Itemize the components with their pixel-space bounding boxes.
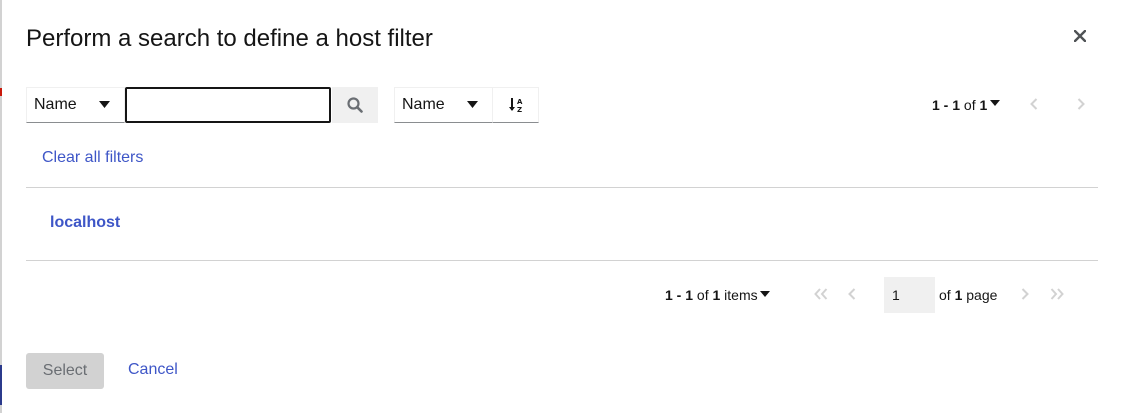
next-page-button[interactable] — [1017, 286, 1033, 302]
caret-down-icon[interactable] — [760, 291, 770, 297]
sort-direction-button[interactable]: A Z — [492, 87, 539, 123]
result-item-link[interactable]: localhost — [50, 214, 120, 232]
caret-down-icon[interactable] — [990, 100, 1000, 106]
bottom-pagination-items: items — [724, 287, 758, 303]
results-top-divider — [26, 187, 1098, 188]
sort-attribute-label: Name — [402, 96, 445, 113]
page-count-text: of 1 page — [939, 285, 997, 305]
chevron-right-icon — [1077, 98, 1085, 110]
top-pagination-toggle[interactable]: 1 - 1 of 1 — [932, 95, 987, 115]
search-button[interactable] — [332, 87, 378, 123]
double-chevron-right-icon — [1050, 288, 1064, 300]
modal-title: Perform a search to define a host filter — [26, 25, 433, 52]
top-pagination-range: 1 - 1 — [932, 97, 961, 113]
top-pagination-total: 1 — [979, 97, 988, 113]
bottom-pagination-total: 1 — [712, 287, 721, 303]
current-page-input[interactable] — [884, 277, 935, 313]
caret-down-icon — [467, 101, 478, 108]
chevron-right-icon — [1021, 288, 1029, 300]
sort-attribute-select[interactable]: Name — [394, 87, 492, 123]
cancel-button[interactable]: Cancel — [128, 361, 178, 379]
double-chevron-left-icon — [814, 288, 828, 300]
filter-attribute-label: Name — [34, 96, 77, 113]
sort-alpha-down-icon: A Z — [508, 98, 523, 113]
top-previous-page-button[interactable] — [1026, 96, 1042, 112]
first-page-button[interactable] — [812, 286, 830, 302]
select-button[interactable]: Select — [26, 353, 104, 389]
top-next-page-button[interactable] — [1073, 96, 1089, 112]
page-count-of: of — [939, 287, 951, 303]
host-filter-modal: Perform a search to define a host filter… — [2, 0, 1125, 413]
top-pagination-of: of — [963, 97, 976, 113]
bottom-pagination-toggle[interactable]: 1 - 1 of 1 items — [665, 285, 758, 305]
search-icon — [347, 97, 363, 113]
filter-attribute-select[interactable]: Name — [26, 87, 125, 123]
close-button[interactable] — [1068, 24, 1092, 48]
previous-page-button[interactable] — [844, 286, 860, 302]
results-bottom-divider — [26, 260, 1098, 261]
search-input[interactable] — [125, 87, 331, 123]
svg-text:Z: Z — [517, 106, 522, 113]
clear-all-filters-link[interactable]: Clear all filters — [42, 149, 143, 167]
last-page-button[interactable] — [1048, 286, 1066, 302]
chevron-left-icon — [1030, 98, 1038, 110]
chevron-left-icon — [848, 288, 856, 300]
svg-text:A: A — [517, 98, 523, 106]
bottom-pagination-range: 1 - 1 — [665, 287, 694, 303]
caret-down-icon — [99, 101, 110, 108]
page-count-label: page — [966, 287, 998, 303]
bottom-pagination-of: of — [696, 287, 709, 303]
close-icon — [1074, 30, 1086, 42]
page-count-number: 1 — [954, 287, 963, 303]
